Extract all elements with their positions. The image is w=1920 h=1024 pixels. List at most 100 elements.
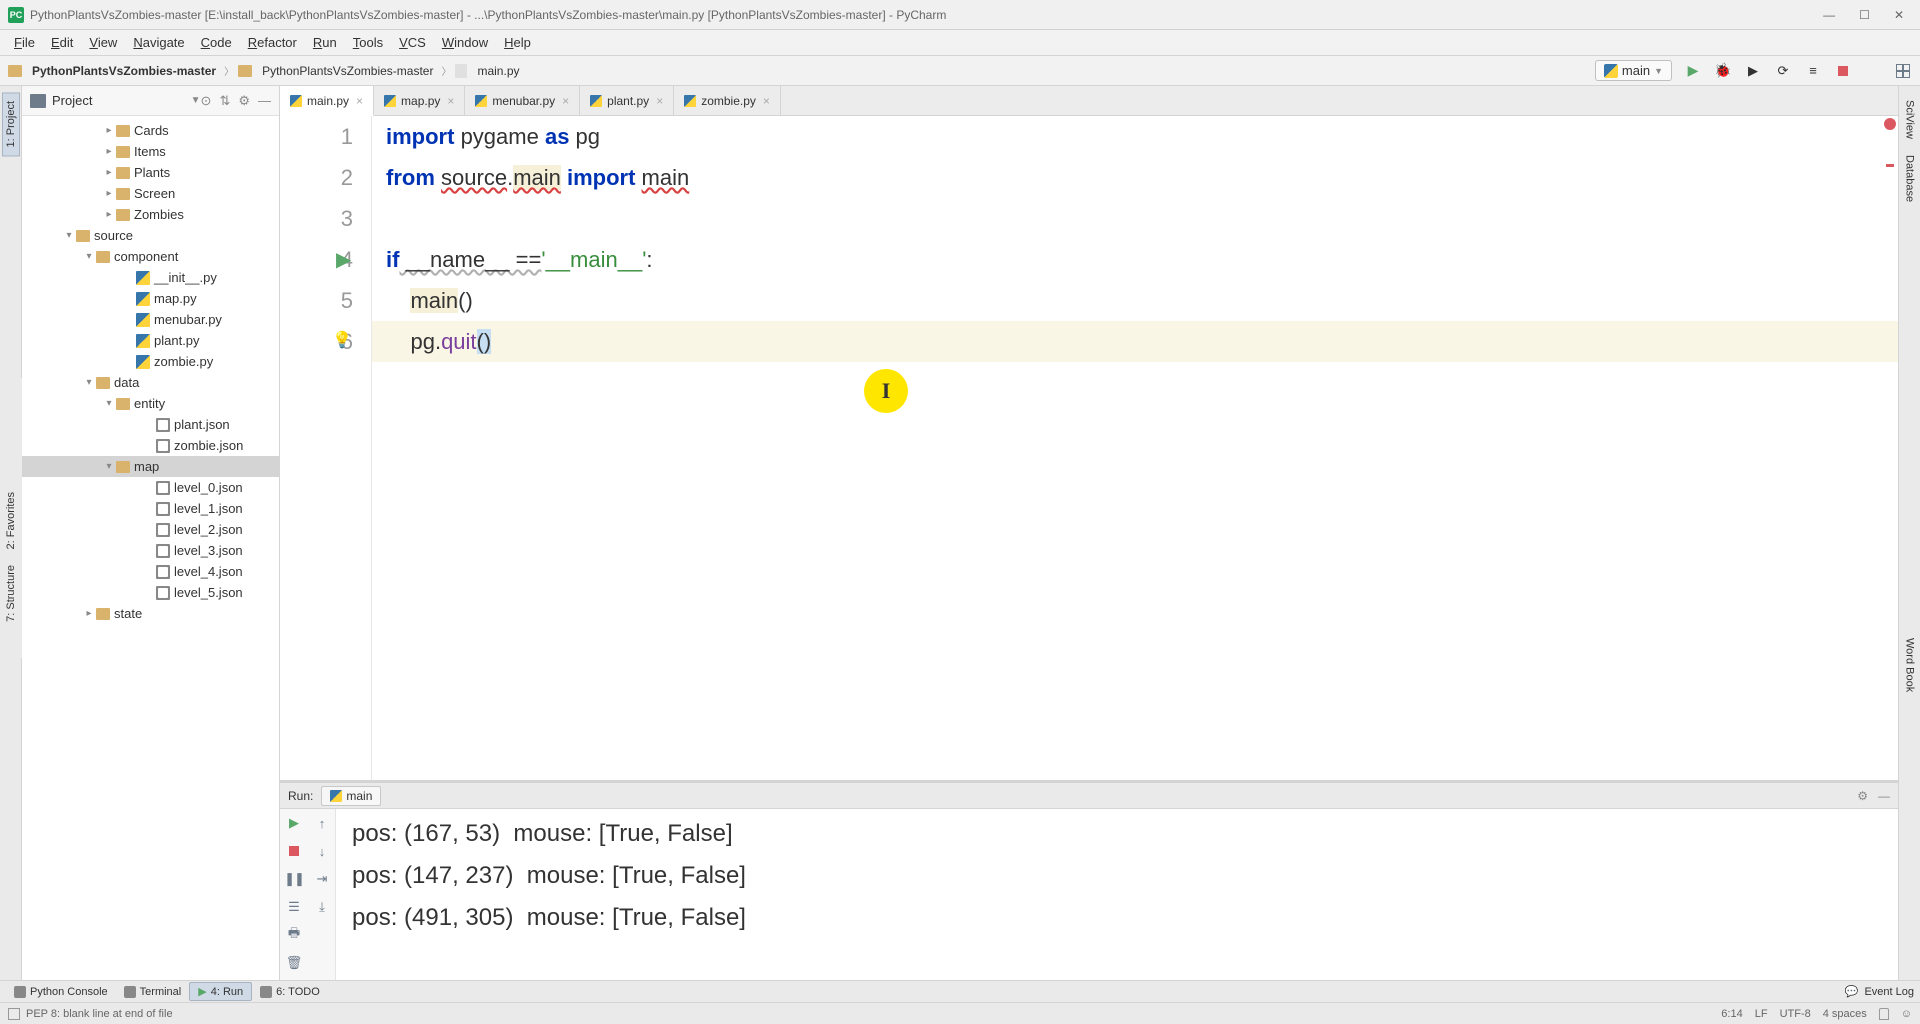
line-separator[interactable]: LF (1755, 1008, 1768, 1020)
editor-tab-map-py[interactable]: map.py× (374, 86, 465, 115)
stop-button[interactable] (1834, 62, 1852, 80)
close-tab-icon[interactable]: × (656, 94, 663, 108)
print-button[interactable]: 🖶 (280, 921, 308, 949)
expand-all-icon[interactable]: ⇅ (219, 93, 230, 109)
menu-file[interactable]: File (6, 31, 43, 54)
tree-item-zombie-json[interactable]: zombie.json (22, 435, 279, 456)
inspections-icon[interactable]: ☺ (1901, 1008, 1912, 1020)
error-indicator-icon[interactable] (1884, 118, 1896, 130)
maximize-button[interactable]: ☐ (1859, 8, 1870, 22)
tree-item-level_1-json[interactable]: level_1.json (22, 498, 279, 519)
run-gutter-icon[interactable]: ▶ (336, 247, 351, 272)
down-button[interactable]: ↓ (308, 837, 336, 865)
tree-item-plant-json[interactable]: plant.json (22, 414, 279, 435)
menu-view[interactable]: View (81, 31, 125, 54)
soft-wrap-button[interactable]: ⇥ (308, 865, 336, 893)
tree-item-entity[interactable]: ▾entity (22, 393, 279, 414)
select-opened-file-icon[interactable]: ⊙ (201, 93, 212, 109)
hide-panel-icon[interactable]: — (258, 93, 271, 109)
scroll-end-button[interactable]: ⤓ (308, 893, 336, 921)
run-config-selector[interactable]: main ▼ (1595, 60, 1672, 81)
tree-item-map[interactable]: ▾map (22, 456, 279, 477)
tree-item-level_4-json[interactable]: level_4.json (22, 561, 279, 582)
intention-bulb-icon[interactable]: 💡 (332, 330, 352, 350)
sciview-tool-tab[interactable]: SciView (1902, 92, 1918, 147)
chevron-down-icon[interactable]: ▾ (102, 398, 116, 409)
chevron-right-icon[interactable]: ▸ (102, 146, 116, 157)
run-tab-bottom[interactable]: ▶4: Run (189, 982, 252, 1001)
profile-button[interactable]: ⟳ (1774, 62, 1792, 80)
coverage-button[interactable]: ▶ (1744, 62, 1762, 80)
chevron-right-icon[interactable]: ▸ (102, 167, 116, 178)
editor-tab-main-py[interactable]: main.py× (280, 86, 374, 116)
chevron-right-icon[interactable]: ▸ (102, 125, 116, 136)
tree-item-level_5-json[interactable]: level_5.json (22, 582, 279, 603)
tree-item-source[interactable]: ▾source (22, 225, 279, 246)
favorites-tool-tab[interactable]: 2: Favorites (3, 484, 19, 557)
wordbook-tool-tab[interactable]: Word Book (1902, 630, 1918, 700)
project-tree[interactable]: ▸Cards▸Items▸Plants▸Screen▸Zombies▾sourc… (22, 116, 279, 980)
chevron-right-icon[interactable]: ▸ (102, 209, 116, 220)
layout-button[interactable]: ☰ (280, 893, 308, 921)
terminal-tab[interactable]: Terminal (116, 984, 190, 1000)
chevron-down-icon[interactable]: ▾ (82, 377, 96, 388)
menu-edit[interactable]: Edit (43, 31, 81, 54)
chevron-right-icon[interactable]: ▸ (82, 608, 96, 619)
tree-item-map-py[interactable]: map.py (22, 288, 279, 309)
close-tab-icon[interactable]: × (562, 94, 569, 108)
tree-item-items[interactable]: ▸Items (22, 141, 279, 162)
tree-item-level_0-json[interactable]: level_0.json (22, 477, 279, 498)
menu-vcs[interactable]: VCS (391, 31, 434, 54)
clear-button[interactable] (308, 921, 336, 949)
close-tab-icon[interactable]: × (447, 94, 454, 108)
breadcrumb-folder[interactable]: PythonPlantsVsZombies-master (258, 62, 437, 80)
python-console-tab[interactable]: Python Console (6, 984, 116, 1000)
search-everywhere-button[interactable] (1864, 62, 1882, 80)
settings-gear-icon[interactable]: ⚙ (238, 93, 250, 109)
project-panel-title[interactable]: Project (52, 93, 187, 108)
tree-item-plants[interactable]: ▸Plants (22, 162, 279, 183)
hide-run-icon[interactable]: — (1878, 789, 1890, 803)
up-button[interactable]: ↑ (308, 809, 336, 837)
menu-refactor[interactable]: Refactor (240, 31, 305, 54)
menu-navigate[interactable]: Navigate (125, 31, 192, 54)
editor-tab-zombie-py[interactable]: zombie.py× (674, 86, 781, 115)
chevron-down-icon[interactable]: ▼ (191, 95, 201, 106)
menu-tools[interactable]: Tools (345, 31, 391, 54)
chevron-down-icon[interactable]: ▾ (62, 230, 76, 241)
database-tool-tab[interactable]: Database (1902, 147, 1918, 210)
ide-settings-button[interactable] (1894, 62, 1912, 80)
trash-button[interactable]: 🗑 (280, 949, 308, 977)
file-encoding[interactable]: UTF-8 (1780, 1008, 1811, 1020)
chevron-right-icon[interactable]: ▸ (102, 188, 116, 199)
editor-tab-plant-py[interactable]: plant.py× (580, 86, 674, 115)
minimize-button[interactable]: — (1823, 8, 1835, 22)
error-stripe[interactable] (1884, 116, 1896, 780)
structure-tool-tab[interactable]: 7: Structure (3, 557, 19, 630)
breadcrumb-root[interactable]: PythonPlantsVsZombies-master (28, 62, 220, 80)
run-settings-icon[interactable]: ⚙ (1857, 789, 1868, 803)
console-output[interactable]: pos: (167, 53) mouse: [True, False]pos: … (336, 809, 1898, 980)
tree-item-zombie-py[interactable]: zombie.py (22, 351, 279, 372)
tree-item-component[interactable]: ▾component (22, 246, 279, 267)
menu-code[interactable]: Code (193, 31, 240, 54)
tree-item-level_2-json[interactable]: level_2.json (22, 519, 279, 540)
tree-item-screen[interactable]: ▸Screen (22, 183, 279, 204)
editor-gutter[interactable]: 123456 ▶ 💡 (280, 116, 372, 780)
project-tool-tab[interactable]: 1: Project (2, 92, 20, 156)
menu-help[interactable]: Help (496, 31, 539, 54)
tree-item-zombies[interactable]: ▸Zombies (22, 204, 279, 225)
todo-tab[interactable]: 6: TODO (252, 984, 328, 1000)
tree-item-menubar-py[interactable]: menubar.py (22, 309, 279, 330)
menu-window[interactable]: Window (434, 31, 496, 54)
tool-windows-icon[interactable] (8, 1008, 20, 1020)
lock-icon[interactable] (1879, 1008, 1889, 1020)
tree-item-data[interactable]: ▾data (22, 372, 279, 393)
tree-item-cards[interactable]: ▸Cards (22, 120, 279, 141)
code-area[interactable]: import pygame as pg from source.main imp… (372, 116, 1898, 780)
error-mark-icon[interactable] (1886, 164, 1894, 167)
indent-setting[interactable]: 4 spaces (1823, 1008, 1867, 1020)
tree-item-plant-py[interactable]: plant.py (22, 330, 279, 351)
chevron-down-icon[interactable]: ▾ (82, 251, 96, 262)
stop-run-button[interactable] (280, 837, 308, 865)
